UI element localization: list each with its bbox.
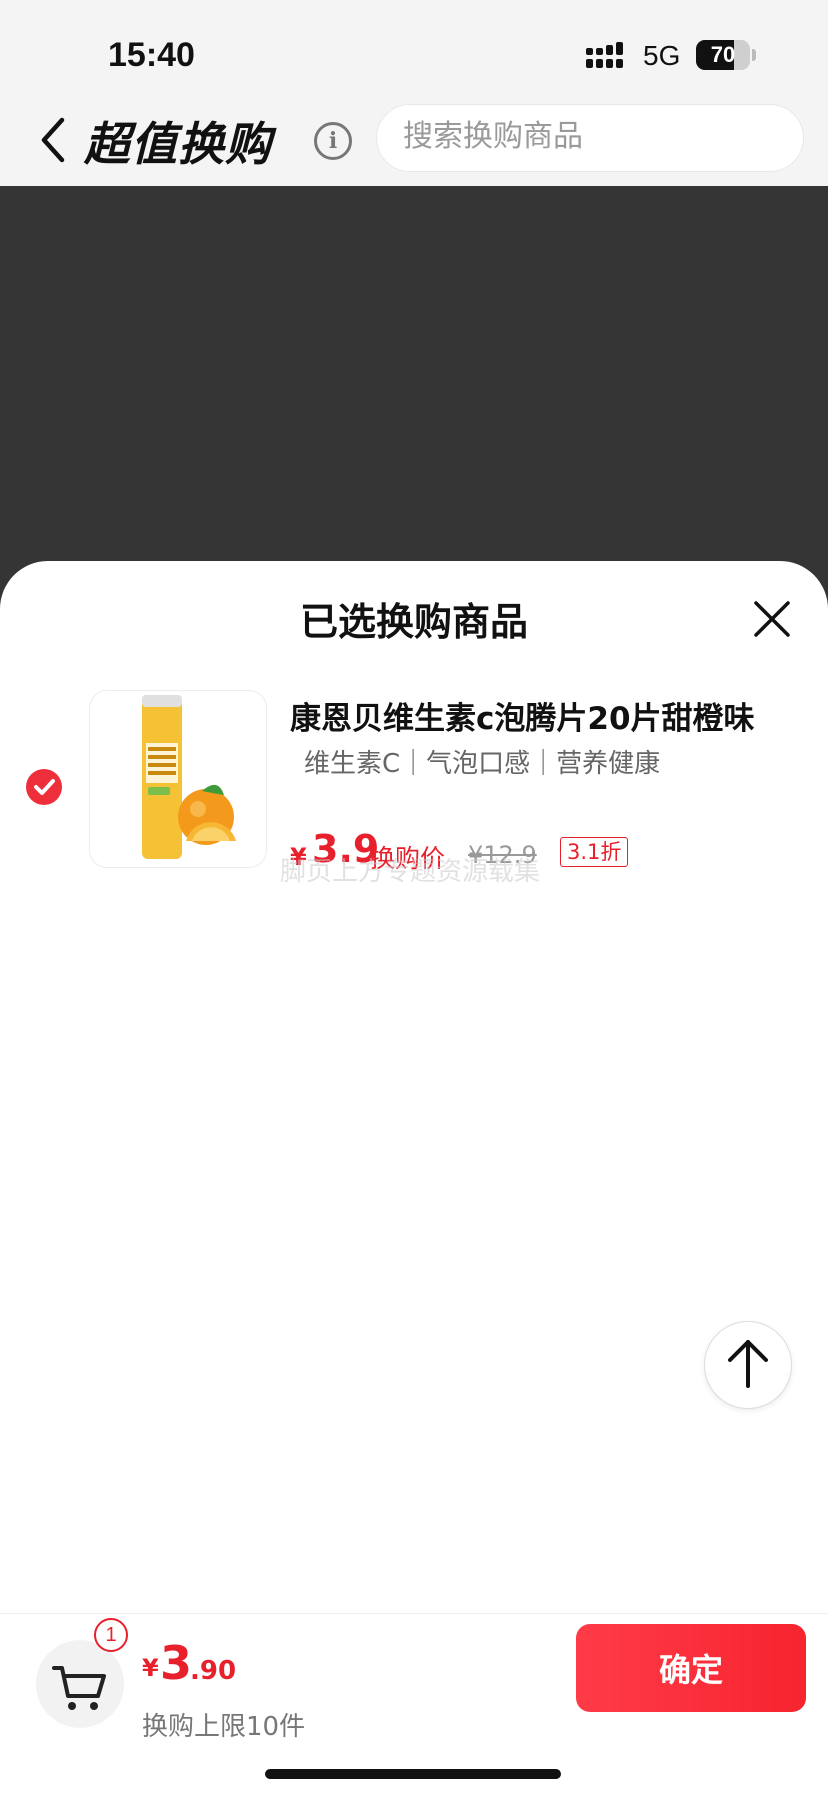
page-title: 超值换购 [84, 117, 272, 171]
battery-level: 70 [710, 42, 736, 67]
confirm-button[interactable]: 确定 [576, 1624, 806, 1712]
product-tags: 维生素C｜气泡口感｜营养健康 [304, 749, 661, 779]
cart-icon [52, 1666, 106, 1710]
total-currency: ¥ [142, 1654, 159, 1682]
vitamin-tube-image [142, 695, 236, 859]
home-indicator [265, 1769, 561, 1779]
cart-count-badge: 1 [94, 1618, 128, 1652]
battery-tip [752, 49, 756, 61]
nav-bar: 超值换购 i [0, 100, 828, 186]
search-box[interactable] [376, 104, 804, 172]
total-price-decimal: .90 [190, 1656, 237, 1686]
status-time: 15:40 [108, 36, 195, 74]
selected-items-sheet: 已选换购商品 康恩贝维生素c泡腾片20片甜橙味 维生素C｜气泡口感｜营养健康 ¥… [0, 561, 828, 1795]
search-input[interactable] [403, 119, 783, 154]
product-name: 康恩贝维生素c泡腾片20片甜橙味 [290, 701, 755, 737]
sheet-title: 已选换购商品 [299, 600, 528, 644]
product-image[interactable] [89, 690, 267, 868]
signal-icon [586, 42, 623, 68]
status-bar: 15:40 5G 70 [0, 0, 828, 100]
arrow-up-icon [728, 1340, 768, 1388]
check-icon [34, 779, 55, 795]
total-price-integer: 3 [160, 1636, 193, 1690]
discount-badge: 3.1折 [560, 837, 629, 867]
close-icon[interactable] [752, 599, 792, 639]
info-icon[interactable]: i [314, 122, 352, 160]
exchange-limit-text: 换购上限10件 [142, 1712, 306, 1742]
scroll-to-top-button[interactable] [704, 1321, 792, 1409]
cart-button[interactable] [36, 1640, 124, 1728]
battery-icon: 70 [696, 40, 750, 70]
network-type: 5G [643, 40, 681, 71]
watermark-text: 脚页上方专题资源载集 [280, 857, 541, 887]
back-arrow-icon[interactable] [36, 114, 72, 166]
selected-checkbox[interactable] [26, 769, 62, 805]
